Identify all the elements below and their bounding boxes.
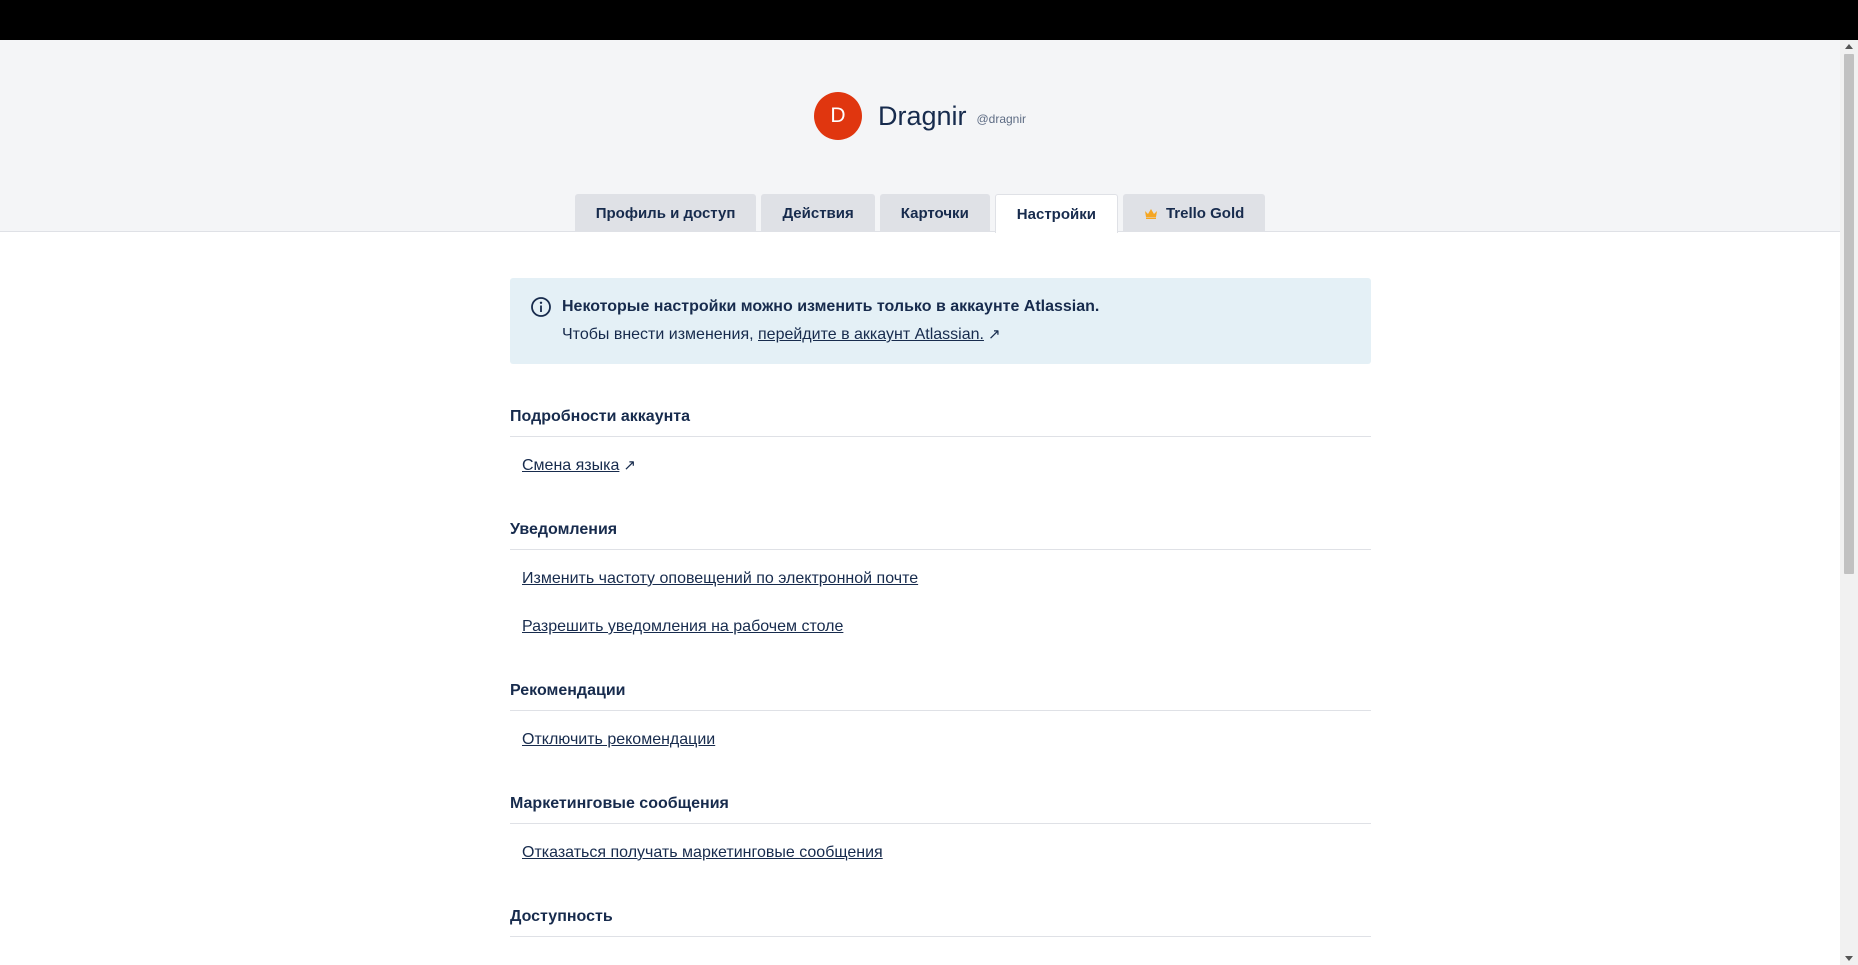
list-item: Отказаться получать маркетинговые сообще… [522,842,1371,864]
section-items: Отказаться получать маркетинговые сообще… [510,842,1371,864]
scroll-up-icon[interactable] [1845,44,1853,49]
scrollbar-thumb[interactable] [1844,54,1854,574]
atlassian-account-link[interactable]: перейдите в аккаунт Atlassian. [758,326,984,343]
section-title: Уведомления [510,521,1371,550]
page-scrollbar[interactable] [1840,40,1858,965]
section-account-details: Подробности аккаунта Смена языка ↗ [510,408,1371,477]
profile-info: D Dragnir @dragnir [0,92,1840,140]
desktop-notifications-link[interactable]: Разрешить уведомления на рабочем столе [522,616,843,638]
external-link-icon: ↗ [623,457,636,474]
top-black-bar [0,0,1858,40]
avatar[interactable]: D [813,92,862,140]
tab-label: Профиль и доступ [595,204,736,222]
tab-label: Действия [782,204,854,222]
section-title: Маркетинговые сообщения [510,795,1371,824]
external-link-icon: ↗ [987,326,1001,343]
section-items: Изменить частоту оповещений по электронн… [510,568,1371,638]
banner-title: Некоторые настройки можно изменить тольк… [562,298,1100,315]
banner-text-prefix: Чтобы внести изменения, [562,326,758,343]
email-frequency-link[interactable]: Изменить частоту оповещений по электронн… [522,568,918,590]
section-recommendations: Рекомендации Отключить рекомендации [510,682,1371,751]
tab-cards[interactable]: Карточки [879,194,990,232]
section-title: Подробности аккаунта [510,408,1371,437]
list-item: Смена языка ↗ [522,455,1371,477]
section-marketing: Маркетинговые сообщения Отказаться получ… [510,795,1371,864]
tab-profile-access[interactable]: Профиль и доступ [574,194,757,232]
crown-icon [1144,208,1158,219]
profile-header: D Dragnir @dragnir Профиль и доступ Дейс… [0,40,1840,233]
profile-username: @dragnir [976,112,1027,126]
section-notifications: Уведомления Изменить частоту оповещений … [510,521,1371,638]
tab-label: Настройки [1016,205,1096,223]
section-items: Смена языка ↗ [510,455,1371,477]
change-language-link[interactable]: Смена языка [522,455,619,477]
tab-activity[interactable]: Действия [761,194,875,232]
settings-content: Некоторые настройки можно изменить тольк… [510,278,1371,937]
disable-recommendations-link[interactable]: Отключить рекомендации [522,729,715,751]
section-title: Рекомендации [510,682,1371,711]
profile-tabs: Профиль и доступ Действия Карточки Настр… [0,194,1840,233]
info-icon [531,297,551,317]
banner-body: Некоторые настройки можно изменить тольк… [562,296,1099,346]
section-items: Отключить рекомендации [510,729,1371,751]
marketing-unsubscribe-link[interactable]: Отказаться получать маркетинговые сообще… [522,842,883,864]
atlassian-info-banner: Некоторые настройки можно изменить тольк… [510,278,1371,364]
tab-label: Trello Gold [1165,204,1245,222]
banner-text: Чтобы внести изменения, перейдите в акка… [562,324,1099,346]
list-item: Отключить рекомендации [522,729,1371,751]
tab-label: Карточки [900,204,969,222]
list-item: Разрешить уведомления на рабочем столе [522,616,1371,638]
tab-trello-gold[interactable]: Trello Gold [1122,194,1266,232]
section-accessibility: Доступность [510,908,1371,937]
scroll-down-icon[interactable] [1845,956,1853,961]
profile-full-name: Dragnir [877,100,967,131]
tab-settings[interactable]: Настройки [994,194,1118,233]
section-title: Доступность [510,908,1371,937]
list-item: Изменить частоту оповещений по электронн… [522,568,1371,590]
